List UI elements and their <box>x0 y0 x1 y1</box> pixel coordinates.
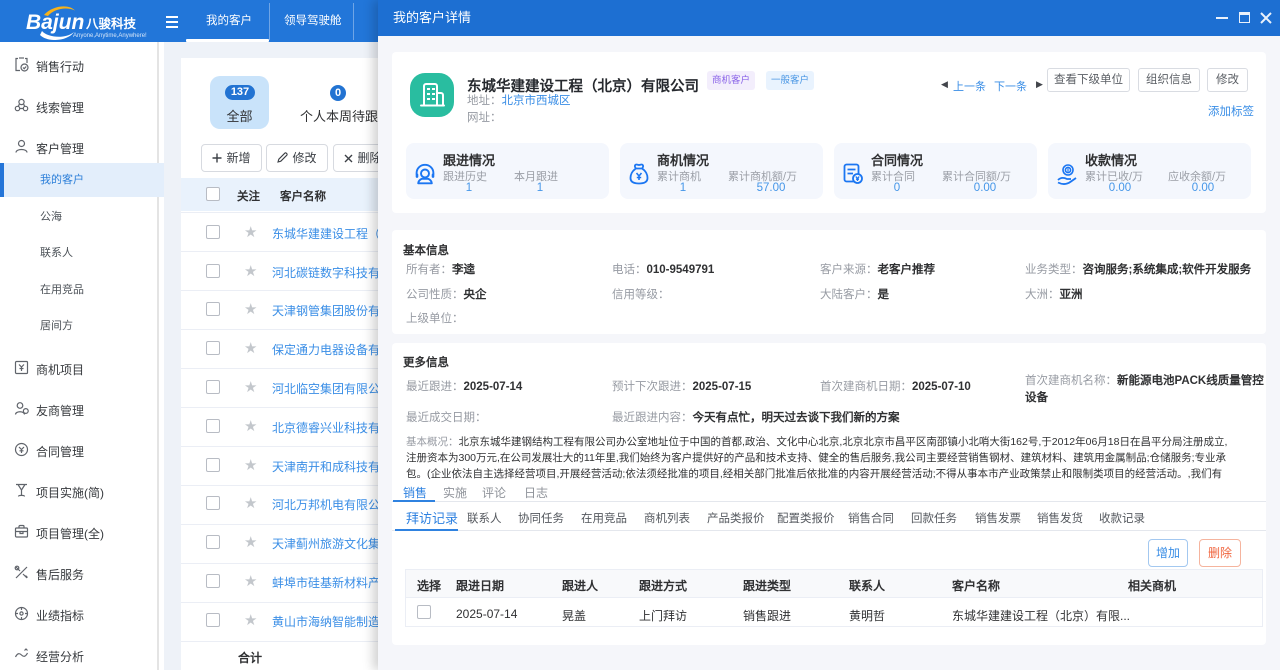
svg-text:八骏科技: 八骏科技 <box>85 16 137 31</box>
svg-text:Anyone,Anytime,Anywhere!: Anyone,Anytime,Anywhere! <box>73 33 147 39</box>
svg-text:Bajun: Bajun <box>26 11 84 34</box>
